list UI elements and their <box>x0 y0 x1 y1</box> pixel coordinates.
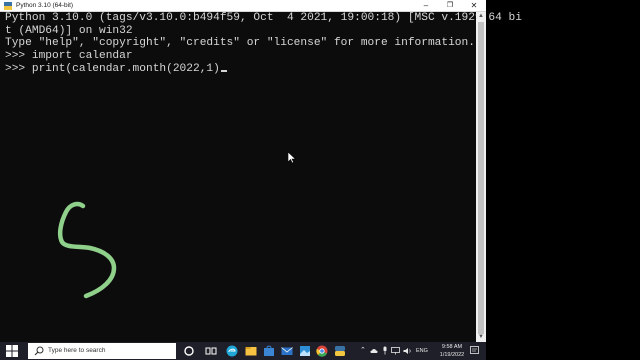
close-button[interactable]: ✕ <box>462 0 486 11</box>
clock-date: 1/19/2022 <box>439 352 465 358</box>
python-icon <box>4 2 12 10</box>
cloud-icon[interactable] <box>370 347 378 355</box>
taskbar: Type here to search ⌃ ENG 9:58 AM 1/19/2… <box>0 342 486 360</box>
python-icon[interactable] <box>334 345 346 357</box>
scroll-down-arrow-icon[interactable]: ▼ <box>476 333 486 342</box>
system-tray: ⌃ ENG 9:58 AM 1/19/2022 <box>356 342 486 360</box>
cortana-icon[interactable] <box>183 345 195 357</box>
python-console-window: Python 3.10 (64-bit) – ❐ ✕ Python 3.10.0… <box>0 0 522 342</box>
window-title: Python 3.10 (64-bit) <box>16 2 74 9</box>
handwritten-ink-stroke <box>57 201 117 299</box>
screen: Python 3.10 (64-bit) – ❐ ✕ Python 3.10.0… <box>0 0 640 360</box>
clock-time: 9:58 AM <box>441 344 463 350</box>
vertical-scrollbar[interactable]: ▲ ▼ <box>476 12 486 342</box>
clock[interactable]: 9:58 AM 1/19/2022 <box>432 343 472 359</box>
console-line: Python 3.10.0 (tags/v3.10.0:b494f59, Oct… <box>5 12 522 24</box>
title-bar[interactable]: Python 3.10 (64-bit) – ❐ ✕ <box>0 0 486 12</box>
task-view-icon[interactable] <box>205 345 217 357</box>
console-line: t (AMD64)] on win32 <box>5 24 133 37</box>
language-indicator[interactable]: ENG <box>416 342 428 360</box>
mouse-pointer-icon <box>288 152 296 164</box>
text-cursor <box>220 70 227 72</box>
notification-icon[interactable] <box>470 346 479 355</box>
windows-start-icon[interactable] <box>6 345 18 357</box>
console-line: >>> import calendar <box>5 50 133 62</box>
scroll-thumb[interactable] <box>478 22 484 334</box>
edge-icon[interactable] <box>226 345 238 357</box>
console-input-text: >>> print(calendar.month(2022,1) <box>5 63 220 75</box>
close-icon: ✕ <box>470 1 478 10</box>
maximize-icon: ❐ <box>446 2 454 9</box>
photos-icon[interactable] <box>299 345 311 357</box>
minimize-button[interactable]: – <box>414 0 438 11</box>
mail-icon[interactable] <box>281 345 293 357</box>
chevron-up-icon[interactable]: ⌃ <box>360 347 366 355</box>
store-icon[interactable] <box>263 345 275 357</box>
search-placeholder: Type here to search <box>48 347 106 354</box>
file-explorer-icon[interactable] <box>245 345 257 357</box>
network-icon[interactable] <box>391 347 400 355</box>
minimize-icon: – <box>423 1 429 10</box>
console-input-line[interactable]: >>> print(calendar.month(2022,1) <box>5 63 227 76</box>
volume-icon[interactable] <box>403 347 412 355</box>
search-icon <box>34 346 44 356</box>
microphone-icon[interactable] <box>382 346 388 355</box>
chrome-icon[interactable] <box>316 345 328 357</box>
console-line: Type "help", "copyright", "credits" or "… <box>5 37 475 49</box>
scroll-up-arrow-icon[interactable]: ▲ <box>476 12 486 21</box>
maximize-button[interactable]: ❐ <box>438 0 462 11</box>
taskbar-search-box[interactable]: Type here to search <box>28 343 176 359</box>
